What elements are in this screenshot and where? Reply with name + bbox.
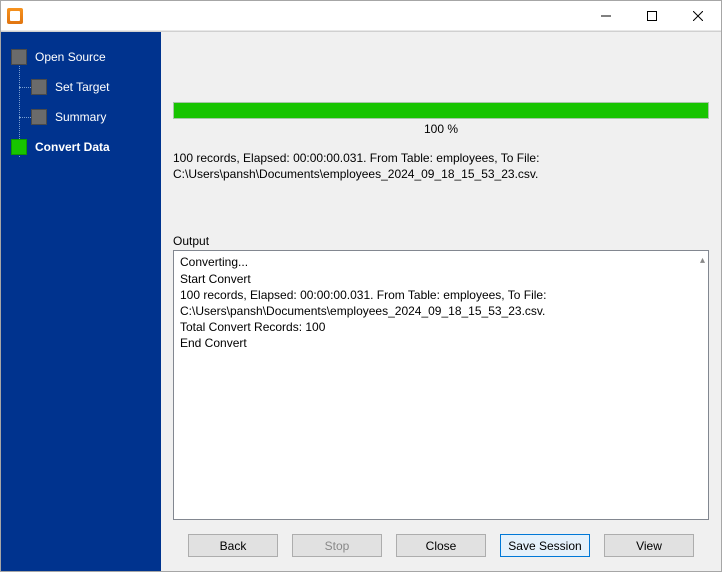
titlebar [1, 1, 721, 31]
output-line: 100 records, Elapsed: 00:00:00.031. From… [180, 287, 690, 319]
step-open-source[interactable]: Open Source [1, 42, 161, 72]
window-controls [583, 1, 721, 31]
progress-fill [174, 103, 708, 118]
body: Open Source Set Target Summary Convert D… [1, 31, 721, 571]
step-status-icon [11, 139, 27, 155]
progress-bar [173, 102, 709, 119]
wizard-sidebar: Open Source Set Target Summary Convert D… [1, 32, 161, 571]
close-icon [693, 11, 703, 21]
button-row: Back Stop Close Save Session View [173, 520, 709, 561]
output-line: Start Convert [180, 271, 690, 287]
stop-button: Stop [292, 534, 382, 557]
progress-label: 100 % [173, 122, 709, 136]
back-button[interactable]: Back [188, 534, 278, 557]
save-session-button[interactable]: Save Session [500, 534, 590, 557]
close-window-button[interactable] [675, 1, 721, 31]
output-line: Total Convert Records: 100 [180, 319, 690, 335]
step-status-icon [11, 49, 27, 65]
output-textarea[interactable]: Converting... Start Convert 100 records,… [173, 250, 709, 520]
step-convert-data[interactable]: Convert Data [1, 132, 161, 162]
step-status-icon [31, 109, 47, 125]
step-label: Convert Data [35, 140, 110, 154]
progress-section: 100 % [173, 102, 709, 136]
maximize-icon [647, 11, 657, 21]
scroll-up-icon[interactable]: ▴ [700, 254, 705, 268]
output-line: Converting... [180, 254, 690, 270]
step-status-icon [31, 79, 47, 95]
step-summary[interactable]: Summary [1, 102, 161, 132]
main-panel: 100 % 100 records, Elapsed: 00:00:00.031… [161, 32, 721, 571]
minimize-icon [601, 11, 611, 21]
view-button[interactable]: View [604, 534, 694, 557]
status-text: 100 records, Elapsed: 00:00:00.031. From… [173, 150, 709, 182]
close-button[interactable]: Close [396, 534, 486, 557]
output-label: Output [173, 234, 709, 248]
step-label: Open Source [35, 50, 106, 64]
step-label: Summary [55, 110, 106, 124]
output-line: End Convert [180, 335, 690, 351]
content: 100 % 100 records, Elapsed: 00:00:00.031… [173, 40, 709, 520]
step-set-target[interactable]: Set Target [1, 72, 161, 102]
app-window: Open Source Set Target Summary Convert D… [0, 0, 722, 572]
app-icon [7, 8, 23, 24]
minimize-button[interactable] [583, 1, 629, 31]
maximize-button[interactable] [629, 1, 675, 31]
step-label: Set Target [55, 80, 109, 94]
